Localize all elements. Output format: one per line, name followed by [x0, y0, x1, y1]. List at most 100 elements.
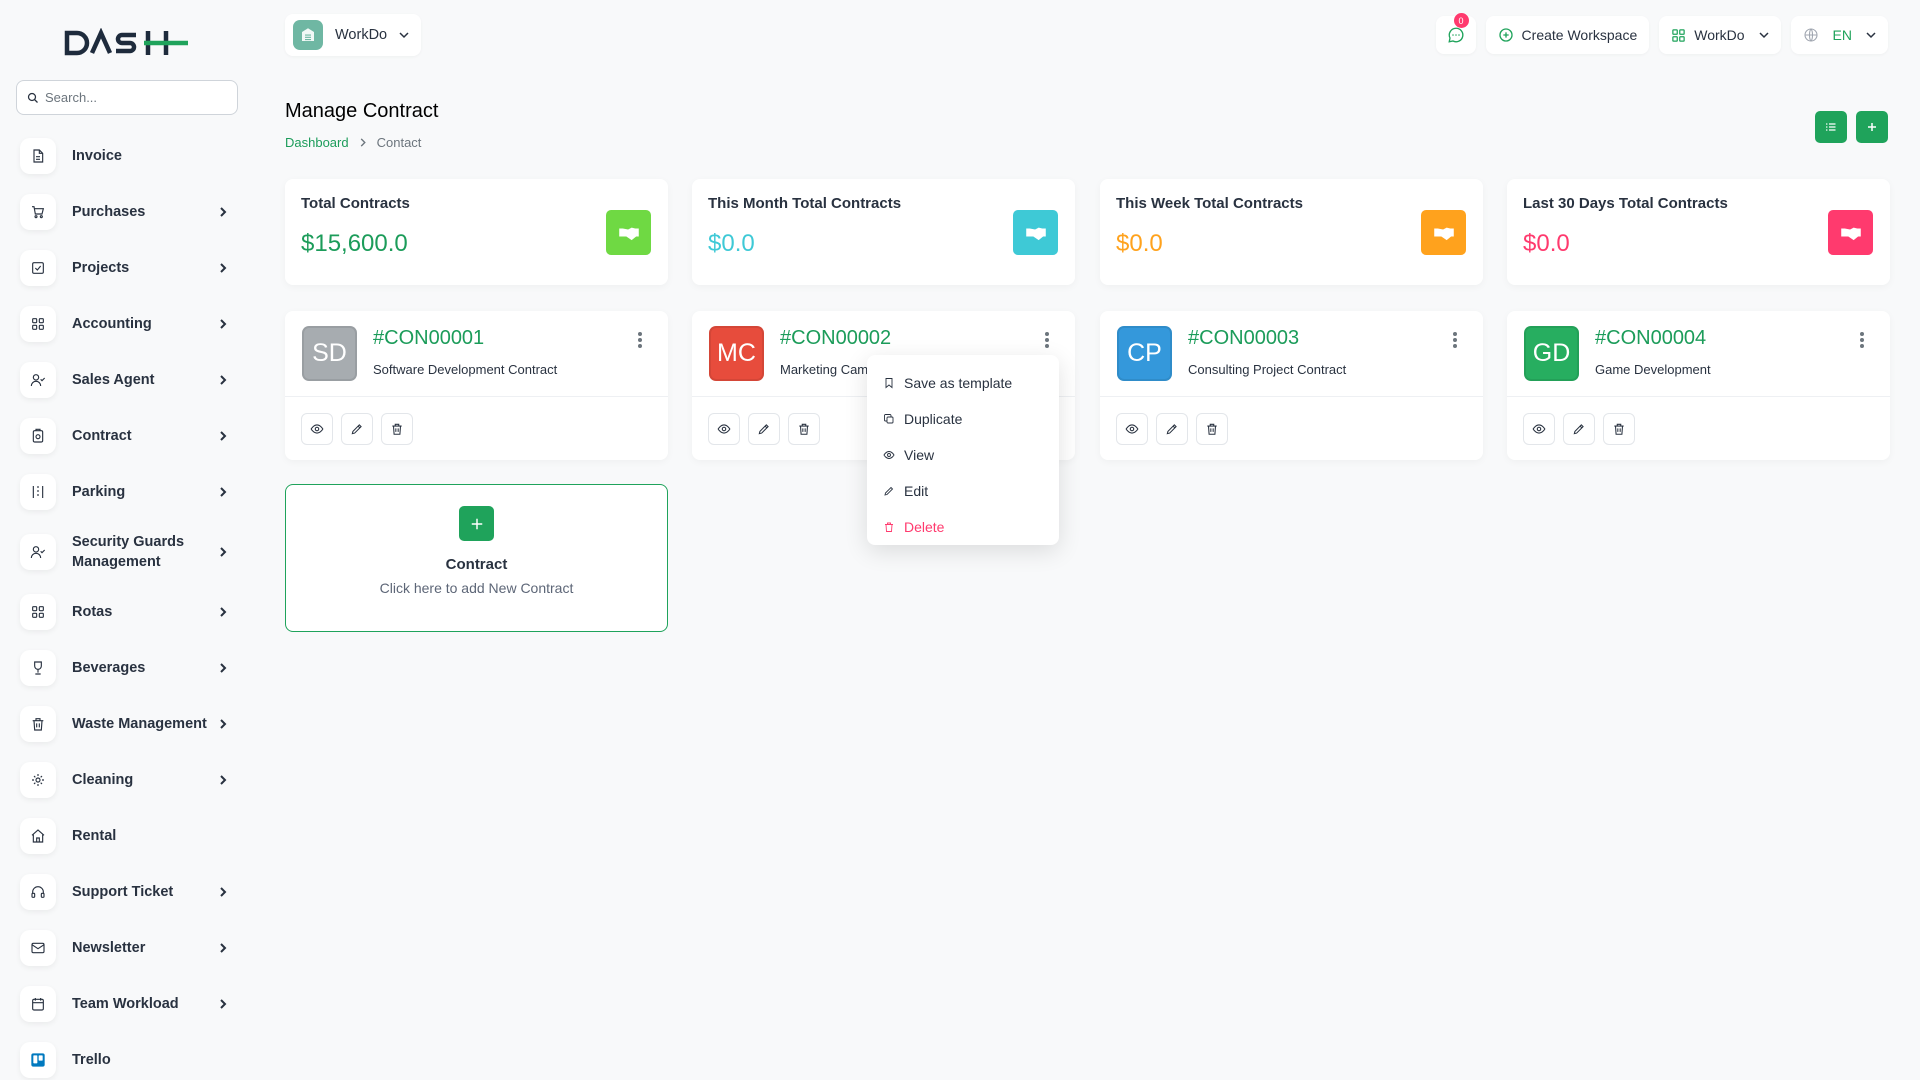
stat-label: Last 30 Days Total Contracts: [1523, 195, 1728, 212]
menu-item-edit[interactable]: Edit: [867, 473, 1059, 509]
menu-item-label: View: [904, 447, 935, 463]
sidebar-item-accounting[interactable]: Accounting: [20, 296, 240, 352]
sidebar-item-security-guards[interactable]: Security Guards Management: [20, 520, 240, 584]
sidebar-item-projects[interactable]: Projects: [20, 240, 240, 296]
view-button[interactable]: [1116, 413, 1148, 445]
add-card-title: Contract: [445, 556, 508, 573]
stat-value: $0.0: [1116, 230, 1163, 257]
notification-button[interactable]: 0: [1435, 13, 1476, 54]
more-options-icon[interactable]: [634, 329, 646, 351]
chevron-right-icon: [216, 773, 230, 787]
chevron-right-icon: [216, 717, 230, 731]
stat-label: This Week Total Contracts: [1116, 195, 1303, 212]
avatar: GD: [1524, 326, 1579, 381]
sidebar-item-label: Waste Management: [72, 715, 207, 732]
sidebar-item-invoice[interactable]: Invoice: [20, 128, 240, 184]
sidebar-item-label: Contract: [72, 427, 132, 444]
menu-item-delete[interactable]: Delete: [867, 509, 1059, 545]
edit-button[interactable]: [1563, 413, 1595, 445]
plus-icon: [1868, 123, 1876, 131]
view-button[interactable]: [1523, 413, 1555, 445]
eye-icon: [883, 451, 895, 459]
add-contract-button[interactable]: [1856, 111, 1888, 143]
menu-item-label: Delete: [904, 519, 945, 535]
chevron-right-icon: [216, 429, 230, 443]
delete-button[interactable]: [381, 413, 413, 445]
sidebar-item-label: Trello: [72, 1051, 111, 1068]
delete-button[interactable]: [788, 413, 820, 445]
cart-icon: [20, 194, 56, 230]
sidebar-item-waste-management[interactable]: Waste Management: [20, 696, 240, 752]
eye-icon: [310, 424, 324, 434]
create-workspace-button[interactable]: Create Workspace: [1485, 16, 1650, 54]
page-actions: [1815, 111, 1888, 143]
sidebar-item-label: Rotas: [72, 603, 113, 620]
handshake-icon: [1013, 210, 1058, 255]
workspace-menu-label: WorkDo: [1694, 27, 1745, 43]
edit-button[interactable]: [748, 413, 780, 445]
sidebar-item-rental[interactable]: Rental: [20, 808, 240, 864]
sidebar-item-purchases[interactable]: Purchases: [20, 184, 240, 240]
view-button[interactable]: [708, 413, 740, 445]
edit-button[interactable]: [1156, 413, 1188, 445]
stat-card-week: This Week Total Contracts $0.0: [1100, 179, 1483, 285]
chevron-right-icon: [216, 997, 230, 1011]
chevron-right-icon: [216, 317, 230, 331]
view-button[interactable]: [301, 413, 333, 445]
sidebar-item-newsletter[interactable]: Newsletter: [20, 920, 240, 976]
pencil-icon: [884, 486, 894, 496]
add-card-subtitle: Click here to add New Contract: [379, 580, 574, 596]
user-check-icon: [20, 534, 56, 570]
contract-code[interactable]: #CON00002: [780, 327, 891, 350]
chevron-right-icon: [216, 661, 230, 675]
delete-button[interactable]: [1196, 413, 1228, 445]
sidebar-item-sales-agent[interactable]: Sales Agent: [20, 352, 240, 408]
brand-logo[interactable]: [64, 28, 190, 58]
contract-code[interactable]: #CON00003: [1188, 327, 1299, 350]
search-box: [16, 80, 238, 115]
notification-badge: 0: [1453, 13, 1469, 28]
sidebar-item-rotas[interactable]: Rotas: [20, 584, 240, 640]
sidebar-item-team-workload[interactable]: Team Workload: [20, 976, 240, 1032]
sidebar-item-contract[interactable]: Contract: [20, 408, 240, 464]
contract-code[interactable]: #CON00001: [373, 327, 484, 350]
search-input[interactable]: [45, 90, 215, 105]
add-contract-card[interactable]: Contract Click here to add New Contract: [285, 484, 668, 632]
more-options-icon[interactable]: [1449, 329, 1461, 351]
contract-card: SD #CON00001 Software Development Contra…: [285, 311, 668, 460]
sidebar-item-support-ticket[interactable]: Support Ticket: [20, 864, 240, 920]
sidebar-item-label: Team Workload: [72, 995, 179, 1012]
workspace-menu-button[interactable]: WorkDo: [1659, 16, 1781, 54]
menu-item-duplicate[interactable]: Duplicate: [867, 401, 1059, 437]
contract-code[interactable]: #CON00004: [1595, 327, 1706, 350]
chevron-right-icon: [216, 205, 230, 219]
sidebar-item-beverages[interactable]: Beverages: [20, 640, 240, 696]
chevron-right-icon: [216, 885, 230, 899]
edit-button[interactable]: [341, 413, 373, 445]
calendar-icon: [20, 986, 56, 1022]
menu-item-label: Duplicate: [904, 411, 963, 427]
more-options-icon[interactable]: [1856, 329, 1868, 351]
plus-circle-icon: [1498, 27, 1514, 43]
sidebar-item-trello[interactable]: Trello: [20, 1032, 240, 1080]
pencil-icon: [351, 424, 362, 435]
language-button[interactable]: EN: [1790, 16, 1888, 54]
grid-icon: [20, 594, 56, 630]
trash-icon: [392, 423, 402, 435]
menu-item-save-as-template[interactable]: Save as template: [867, 365, 1059, 401]
breadcrumb-home-link[interactable]: Dashboard: [285, 135, 349, 150]
delete-button[interactable]: [1603, 413, 1635, 445]
list-view-button[interactable]: [1815, 111, 1847, 143]
search-icon: [27, 92, 38, 103]
menu-item-view[interactable]: View: [867, 437, 1059, 473]
check-square-icon: [20, 250, 56, 286]
sidebar-item-label: Newsletter: [72, 939, 146, 956]
more-options-icon[interactable]: [1041, 329, 1053, 351]
workspace-switcher[interactable]: WorkDo: [285, 14, 421, 56]
sidebar-item-parking[interactable]: Parking: [20, 464, 240, 520]
chat-icon: [1447, 27, 1464, 43]
sidebar-item-cleaning[interactable]: Cleaning: [20, 752, 240, 808]
apps-icon: [1671, 28, 1686, 43]
eye-icon: [1532, 424, 1546, 434]
sidebar-item-label: Accounting: [72, 315, 152, 332]
